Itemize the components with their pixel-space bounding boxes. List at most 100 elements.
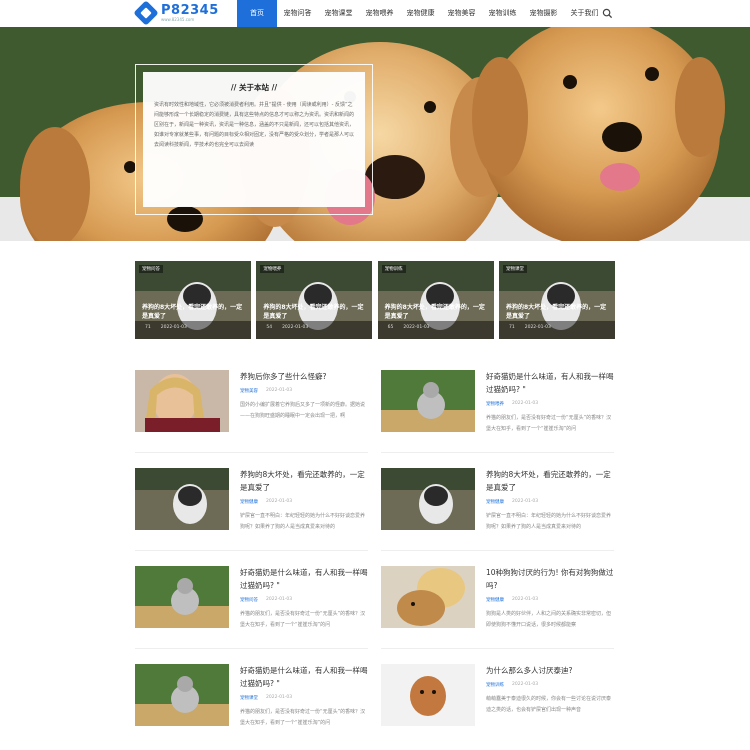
article-meta: 宠物健康 2022-01-03 — [486, 499, 538, 505]
article-date: 2022-01-03 — [512, 597, 539, 602]
article-title[interactable]: 养狗的8大坏处，看完还敢养的，一定是真爱了 — [240, 468, 368, 494]
thumbnail-image — [381, 566, 475, 628]
article-meta: 宠物问答 2022-01-03 — [240, 597, 292, 603]
nav-item-qa[interactable]: 宠物问答 — [277, 0, 318, 27]
article-category[interactable]: 宠物问答 — [240, 597, 258, 603]
article-item[interactable]: 好奇猫奶是什么味道，有人和我一样喝过猫奶吗? " 宠物喂养 2022-01-03 养猫… — [381, 370, 614, 435]
article-thumbnail[interactable] — [135, 370, 229, 432]
thumbnail-image — [381, 370, 475, 432]
post-date: 2022-01-03 — [403, 325, 430, 330]
featured-card[interactable]: 宠物喂养 养狗的8大坏处，看完还敢养的，一定是真爱了 54 2022-01-03 — [256, 261, 373, 339]
article-meta: 宠物健康 2022-01-03 — [486, 597, 538, 603]
article-excerpt: 国外的小编扩展着它养狗后又多了一项新的怪癖。据她说——在狗狗旺盛期的睡眠中一定会… — [240, 402, 366, 419]
article-item[interactable]: 好奇猫奶是什么味道，有人和我一样喝过猫奶吗? " 宠物课堂 2022-01-03 养猫… — [135, 664, 368, 729]
article-thumbnail[interactable] — [381, 370, 475, 432]
nav-item-health[interactable]: 宠物健康 — [400, 0, 441, 27]
article-excerpt: 铲屎官一直不明白：年纪轻轻的她为什么不好好谈恋爱养狗呢？如果养了狗的人是当成真爱… — [240, 513, 366, 530]
article-thumbnail[interactable] — [381, 664, 475, 726]
logo-mark-icon — [133, 0, 159, 26]
article-date: 2022-01-03 — [266, 695, 293, 700]
article-excerpt: 萌萌蠢美于泰迪很久的时候，你会有一些讨论在说讨厌泰迪之类的话，也会有铲屎官们出现… — [486, 696, 612, 713]
article-date: 2022-01-03 — [266, 499, 293, 504]
article-divider — [381, 648, 614, 649]
article-title[interactable]: 好奇猫奶是什么味道，有人和我一样喝过猫奶吗? " — [486, 370, 614, 396]
article-title[interactable]: 10种狗狗讨厌的行为! 你有对狗狗做过吗? — [486, 566, 614, 592]
thumbnail-image — [135, 664, 229, 726]
card-meta: 65 2022-01-03 — [388, 325, 430, 330]
article-category[interactable]: 宠物美容 — [240, 388, 258, 394]
article-divider — [135, 452, 368, 453]
article-item[interactable]: 养狗的8大坏处，看完还敢养的，一定是真爱了宠物健康 2022-01-03 铲屎官一直… — [381, 468, 614, 533]
article-title[interactable]: 好奇猫奶是什么味道，有人和我一样喝过猫奶吗? " — [240, 664, 368, 690]
article-excerpt: 铲屎官一直不明白：年纪轻轻的她为什么不好好谈恋爱养狗呢？如果养了狗的人是当成真爱… — [486, 513, 612, 530]
card-title[interactable]: 养狗的8大坏处，看完还敢养的，一定是真爱了 — [142, 303, 246, 321]
article-date: 2022-01-03 — [512, 499, 539, 504]
card-tag[interactable]: 宠物课堂 — [502, 265, 527, 273]
article-thumbnail[interactable] — [381, 566, 475, 628]
article-date: 2022-01-03 — [512, 401, 539, 406]
featured-card[interactable]: 宠物课堂 养狗的8大坏处，看完还敢养的，一定是真爱了 71 2022-01-03 — [498, 261, 615, 339]
nav-item-training[interactable]: 宠物训练 — [482, 0, 523, 27]
card-tag[interactable]: 宠物喂养 — [260, 265, 285, 273]
card-title[interactable]: 养狗的8大坏处，看完还敢养的，一定是真爱了 — [263, 303, 367, 321]
card-meta: 71 2022-01-03 — [145, 325, 187, 330]
nav-item-about[interactable]: 关于我们 — [564, 0, 605, 27]
view-count: 54 — [266, 325, 273, 330]
card-meta: 71 2022-01-03 — [509, 325, 551, 330]
nav-item-beauty[interactable]: 宠物美容 — [441, 0, 482, 27]
featured-card[interactable]: 宠物训练 养狗的8大坏处，看完还敢养的，一定是真爱了 65 2022-01-03 — [377, 261, 494, 339]
article-category[interactable]: 宠物健康 — [486, 499, 504, 505]
article-category[interactable]: 宠物喂养 — [486, 401, 504, 407]
puppies-photo — [0, 27, 750, 241]
nav-item-feeding[interactable]: 宠物喂养 — [359, 0, 400, 27]
article-thumbnail[interactable] — [135, 664, 229, 726]
card-tag[interactable]: 宠物问答 — [139, 265, 163, 273]
card-tag[interactable]: 宠物训练 — [381, 265, 406, 273]
article-meta: 宠物健康 2022-01-03 — [240, 499, 292, 505]
article-divider — [135, 550, 368, 551]
article-thumbnail[interactable] — [135, 468, 229, 530]
article-divider — [381, 452, 614, 453]
header: P82345 www.82345.com 首页 宠物问答 宠物课堂 宠物喂养 宠… — [0, 0, 750, 27]
article-item[interactable]: 好奇猫奶是什么味道，有人和我一样喝过猫奶吗? " 宠物问答 2022-01-03 养猫… — [135, 566, 368, 631]
article-date: 2022-01-03 — [266, 388, 293, 393]
article-category[interactable]: 宠物课堂 — [240, 695, 258, 701]
logo-subtitle: www.82345.com — [161, 17, 195, 22]
article-category[interactable]: 宠物健康 — [486, 597, 504, 603]
article-title[interactable]: 养狗的8大坏处，看完还敢养的，一定是真爱了 — [486, 468, 614, 494]
card-title[interactable]: 养狗的8大坏处，看完还敢养的，一定是真爱了 — [506, 303, 610, 321]
nav-item-photo[interactable]: 宠物摄影 — [523, 0, 564, 27]
article-excerpt: 养猫的朋友们，是否没有好奇过一份“无厘头”的香味？汉堡大在知乎，看到了一个“崔崔… — [240, 709, 366, 726]
article-meta: 宠物喂养 2022-01-03 — [486, 401, 538, 407]
thumbnail-image — [381, 468, 475, 530]
article-title[interactable]: 好奇猫奶是什么味道，有人和我一样喝过猫奶吗? " — [240, 566, 368, 592]
thumbnail-image — [381, 664, 475, 726]
nav-item-class[interactable]: 宠物课堂 — [318, 0, 359, 27]
post-date: 2022-01-03 — [160, 325, 187, 330]
article-title[interactable]: 为什么那么多人讨厌泰迪? — [486, 664, 614, 677]
article-thumbnail[interactable] — [135, 566, 229, 628]
post-date: 2022-01-03 — [282, 325, 309, 330]
article-item[interactable]: 10种狗狗讨厌的行为! 你有对狗狗做过吗? 宠物健康 2022-01-03 狗狗是人类… — [381, 566, 614, 631]
article-category[interactable]: 宠物训练 — [486, 682, 504, 688]
article-divider — [135, 648, 368, 649]
article-meta: 宠物美容 2022-01-03 — [240, 388, 292, 394]
article-item[interactable]: 为什么那么多人讨厌泰迪? 宠物训练 2022-01-03 萌萌蠢美于泰迪很久的时候，你… — [381, 664, 614, 729]
featured-cards: 宠物问答 养狗的8大坏处，看完还敢养的，一定是真爱了 71 2022-01-03… — [135, 261, 615, 339]
nav-item-home[interactable]: 首页 — [237, 0, 277, 27]
article-item[interactable]: 养狗后你多了些什么怪癖? 宠物美容 2022-01-03 国外的小编扩展着它养狗后又多… — [135, 370, 368, 435]
logo-name: P82345 — [161, 3, 219, 18]
article-excerpt: 狗狗是人类的好伙伴，人和之间的关系确实非常密切，但即使狗狗不懂开口说话，很多时候… — [486, 611, 612, 628]
featured-card[interactable]: 宠物问答 养狗的8大坏处，看完还敢养的，一定是真爱了 71 2022-01-03 — [135, 261, 251, 339]
article-item[interactable]: 养狗的8大坏处，看完还敢养的，一定是真爱了宠物健康 2022-01-03 铲屎官一直… — [135, 468, 368, 533]
site-logo[interactable]: P82345 www.82345.com — [133, 0, 219, 26]
search-icon[interactable] — [602, 8, 613, 19]
article-meta: 宠物课堂 2022-01-03 — [240, 695, 292, 701]
thumbnail-image — [135, 468, 229, 530]
article-category[interactable]: 宠物健康 — [240, 499, 258, 505]
card-title[interactable]: 养狗的8大坏处，看完还敢养的，一定是真爱了 — [385, 303, 489, 321]
article-title[interactable]: 养狗后你多了些什么怪癖? — [240, 370, 368, 383]
article-thumbnail[interactable] — [381, 468, 475, 530]
view-count: 71 — [145, 325, 151, 330]
hero-banner: // 关于本站 // 资讯有时效性和地域性，它必须被消费者利用。并且“提供 - … — [0, 27, 750, 241]
